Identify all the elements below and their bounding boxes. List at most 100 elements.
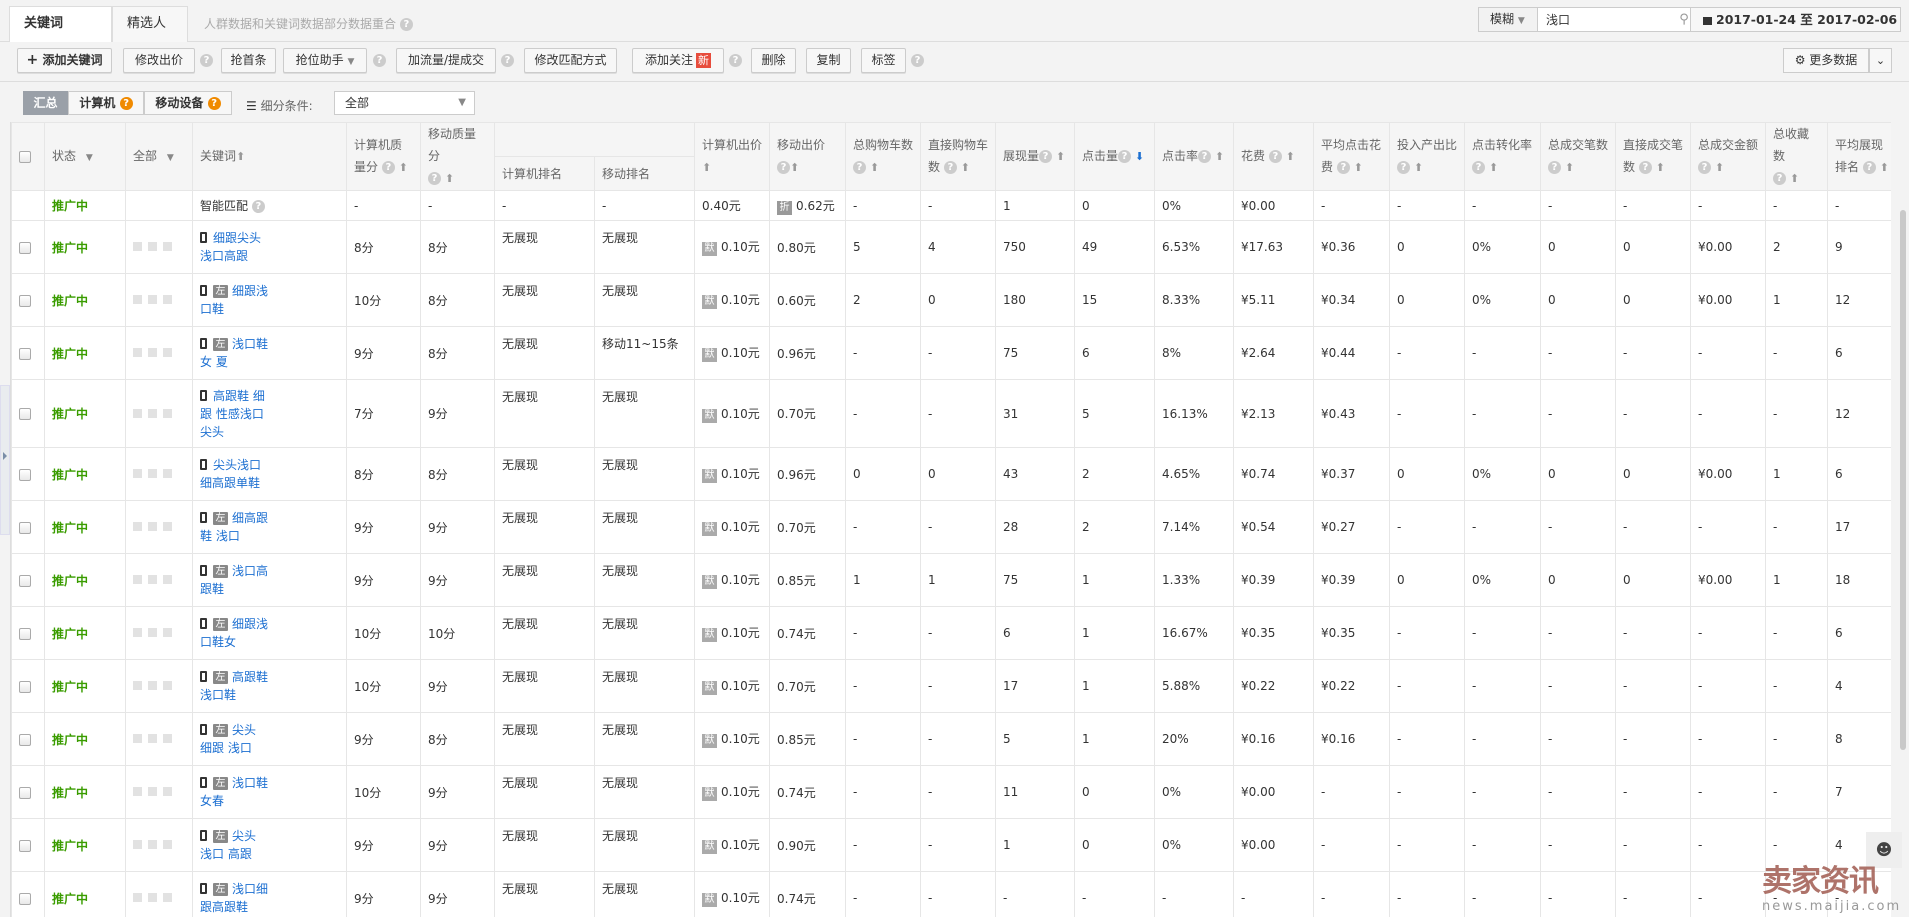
mobile-bid-cell[interactable]: 0.74元 (769, 765, 846, 819)
mobile-bid-cell[interactable]: 0.85元 (769, 553, 846, 607)
segment-summary[interactable]: 汇总 (23, 91, 68, 115)
pc-bid-cell[interactable]: 默 0.10元 (694, 326, 770, 380)
search-input[interactable] (1538, 8, 1675, 31)
segment-mobile[interactable]: 移动设备 ? (144, 91, 232, 115)
sort-up-icon[interactable]: ⬆ (1656, 161, 1665, 174)
keyword-link[interactable]: 尖头浅口 细高跟单鞋 (200, 456, 339, 492)
date-range-picker[interactable]: 2017-01-24 至 2017-02-06 (1690, 7, 1901, 32)
favorites-header[interactable]: 总收藏数? ⬆ (1765, 122, 1828, 191)
mobile-bid-cell[interactable]: 0.90元 (769, 818, 846, 872)
direct-orders-header[interactable]: 直接成交笔数 ? ⬆ (1615, 122, 1691, 191)
help-icon[interactable]: ? (1773, 172, 1786, 185)
row-checkbox[interactable] (19, 786, 31, 799)
help-icon[interactable]: ? (207, 97, 221, 110)
keyword-link[interactable]: 左浅口鞋 女春 (200, 774, 339, 810)
help-icon[interactable]: ? (943, 161, 957, 174)
select-all-checkbox[interactable] (19, 151, 31, 163)
help-icon[interactable]: ? (1397, 161, 1410, 174)
ctr-header[interactable]: 点击率? ⬆ (1154, 122, 1234, 191)
row-checkbox[interactable] (19, 347, 31, 360)
help-icon[interactable]: ? (777, 161, 790, 174)
sort-up-icon[interactable]: ⬆ (1414, 161, 1423, 174)
pc-bid-cell[interactable]: 默 0.10元 (694, 712, 770, 766)
sort-up-icon[interactable]: ⬆ (1790, 172, 1799, 185)
mobile-bid-cell[interactable]: 0.70元 (769, 379, 846, 448)
pc-bid-cell[interactable]: 默 0.10元 (694, 500, 770, 554)
vertical-scrollbar[interactable] (1900, 210, 1906, 750)
mobile-bid-cell[interactable]: 0.60元 (769, 273, 846, 327)
boost-traffic-button[interactable]: 加流量/提成交 (396, 48, 496, 73)
row-checkbox[interactable] (19, 892, 31, 905)
sort-up-icon[interactable]: ⬆ (870, 161, 879, 174)
mobile-bid-cell[interactable]: 0.85元 (769, 712, 846, 766)
mobile-bid-cell[interactable]: 折 0.62元 (769, 190, 846, 221)
pc-bid-cell[interactable]: 默 0.10元 (694, 765, 770, 819)
pc-bid-cell[interactable]: 默 0.10元 (694, 379, 770, 448)
help-icon[interactable]: ? (1039, 150, 1053, 163)
help-icon[interactable]: ? (119, 97, 133, 110)
sort-up-icon[interactable]: ⬆ (1056, 150, 1065, 163)
help-icon[interactable]: ? (1118, 150, 1132, 163)
mobile-bid-cell[interactable]: 0.70元 (769, 500, 846, 554)
row-checkbox[interactable] (19, 733, 31, 746)
help-icon[interactable]: ? (428, 172, 441, 185)
keyword-link[interactable]: 左尖头 细跟 浅口 (200, 721, 339, 757)
sort-up-icon[interactable]: ⬆ (1715, 161, 1724, 174)
total-orders-header[interactable]: 总成交笔数? ⬆ (1540, 122, 1616, 191)
mobile-bid-cell[interactable]: 0.74元 (769, 606, 846, 660)
help-icon[interactable]: ? (200, 54, 213, 67)
pc-bid-cell[interactable]: 默 0.10元 (694, 659, 770, 713)
mobile-bid-header[interactable]: 移动出价? ⬆ (769, 122, 846, 191)
sort-up-icon[interactable]: ⬆ (1565, 161, 1574, 174)
impressions-header[interactable]: 展现量? ⬆ (995, 122, 1075, 191)
help-icon[interactable]: ? (911, 54, 924, 67)
sort-up-icon[interactable]: ⬆ (399, 161, 408, 174)
copy-button[interactable]: 复制 (806, 48, 851, 73)
more-data-button[interactable]: ⚙ 更多数据 (1783, 48, 1869, 73)
pc-quality-header[interactable]: 计算机质量分 ? ⬆ (346, 122, 421, 191)
sort-up-icon[interactable]: ⬆ (445, 172, 454, 185)
first-position-button[interactable]: 抢首条 (221, 48, 276, 73)
row-checkbox[interactable] (19, 408, 31, 420)
filter-condition-select[interactable]: 全部 ▼ (334, 91, 475, 115)
help-icon[interactable]: ? (251, 200, 265, 213)
mobile-bid-cell[interactable]: 0.74元 (769, 871, 846, 917)
add-watch-button[interactable]: 添加关注新 (632, 48, 724, 73)
row-checkbox[interactable] (19, 468, 31, 481)
roi-header[interactable]: 投入产出比? ⬆ (1389, 122, 1465, 191)
keyword-link[interactable]: 左浅口细 跟高跟鞋 (200, 880, 339, 916)
help-icon[interactable]: ? (853, 161, 866, 174)
help-icon[interactable]: ? (1862, 161, 1876, 174)
row-checkbox[interactable] (19, 574, 31, 587)
pc-bid-header[interactable]: 计算机出价 ⬆ (694, 122, 770, 191)
help-icon[interactable]: ? (1698, 161, 1711, 174)
pc-bid-cell[interactable]: 默 0.10元 (694, 220, 770, 274)
keyword-link[interactable]: 左细高跟鞋 浅口 (200, 509, 339, 545)
row-checkbox[interactable] (19, 521, 31, 534)
direct-cart-header[interactable]: 直接购物车数 ? ⬆ (920, 122, 996, 191)
mobile-bid-cell[interactable]: 0.70元 (769, 659, 846, 713)
pc-bid-cell[interactable]: 默 0.10元 (694, 273, 770, 327)
keyword-link[interactable]: 细跟尖头 浅口高跟 (200, 229, 339, 265)
avg-rank-header[interactable]: 平均展现排名 ? ⬆ (1827, 122, 1891, 191)
help-icon[interactable]: ? (1548, 161, 1561, 174)
modify-bid-button[interactable]: 修改出价 (123, 48, 195, 73)
tab-selected-audience[interactable]: 精选人群 (112, 6, 188, 65)
help-icon[interactable]: ? (1268, 150, 1282, 163)
tag-button[interactable]: 标签 (861, 48, 906, 73)
keyword-header[interactable]: 关键词⬆ (192, 122, 347, 191)
sort-up-icon[interactable]: ⬆ (1880, 161, 1889, 174)
avg-cpc-header[interactable]: 平均点击花费 ? ⬆ (1313, 122, 1390, 191)
customer-service-button[interactable]: ☻ (1866, 832, 1902, 868)
sort-up-icon[interactable]: ⬆ (236, 150, 245, 163)
sort-up-icon[interactable]: ⬆ (1489, 161, 1498, 174)
row-checkbox[interactable] (19, 241, 31, 254)
cvr-header[interactable]: 点击转化率? ⬆ (1464, 122, 1541, 191)
keyword-link[interactable]: 左细跟浅 口鞋女 (200, 615, 339, 651)
mobile-quality-header[interactable]: 移动质量分? ⬆ (420, 122, 495, 191)
sort-up-icon[interactable]: ⬆ (1215, 150, 1224, 163)
sort-down-icon[interactable]: ⬇ (1135, 150, 1144, 163)
keyword-link[interactable]: 高跟鞋 细跟 性感浅口 尖头 (200, 387, 339, 441)
pc-bid-cell[interactable]: 0.40元 (694, 190, 770, 221)
help-icon[interactable]: ? (729, 54, 742, 67)
